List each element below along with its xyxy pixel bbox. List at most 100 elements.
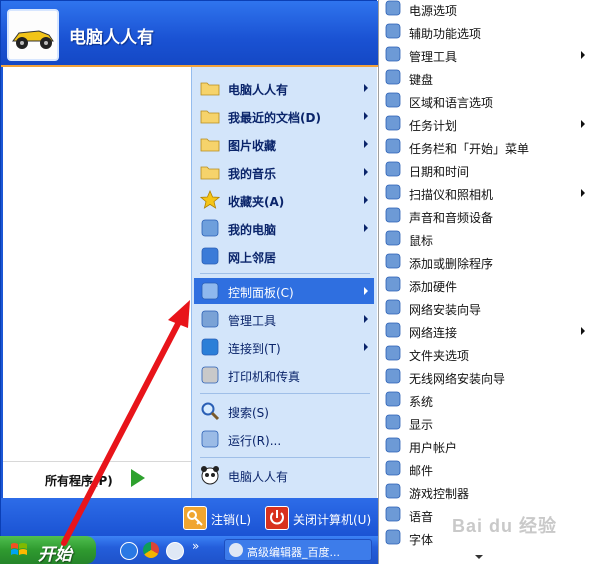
- places-item[interactable]: 运行(R)...: [194, 426, 374, 452]
- windows-logo-icon: [11, 543, 27, 555]
- places-item-label: 控制面板(C): [228, 286, 294, 300]
- run-icon: [200, 429, 220, 449]
- taskbar-window-button[interactable]: 高级编辑器_百度...: [224, 539, 372, 561]
- user-avatar[interactable]: [7, 9, 59, 61]
- start-button[interactable]: 开始: [0, 536, 96, 565]
- taskbar-icon: [385, 138, 401, 154]
- display-icon: [385, 414, 401, 430]
- control-panel-item[interactable]: 系统: [379, 388, 590, 411]
- control-panel-item-label: 日期和时间: [409, 165, 470, 179]
- admin-tools-icon: [385, 46, 401, 62]
- places-item[interactable]: 网上邻居: [194, 243, 374, 269]
- places-item[interactable]: 我最近的文档(D): [194, 103, 374, 129]
- control-panel-item-label: 用户帐户: [409, 441, 458, 455]
- taskbar-window-label: 高级编辑器_百度...: [247, 546, 340, 559]
- submenu-arrow-icon: [581, 327, 585, 335]
- user-accounts-icon: [385, 437, 401, 453]
- game-controller-icon: [385, 483, 401, 499]
- control-panel-item[interactable]: 任务计划: [379, 112, 590, 135]
- control-panel-item-label: 任务计划: [409, 119, 458, 133]
- control-panel-item-label: 网络连接: [409, 326, 458, 340]
- places-item-label: 打印机和传真: [228, 370, 301, 384]
- control-panel-item[interactable]: 游戏控制器: [379, 480, 590, 503]
- network-connections-icon: [385, 322, 401, 338]
- places-item[interactable]: 我的电脑: [194, 215, 374, 241]
- control-panel-item-label: 文件夹选项: [409, 349, 470, 363]
- control-panel-item[interactable]: 辅助功能选项: [379, 20, 590, 43]
- places-item[interactable]: 电脑人人有: [194, 462, 374, 488]
- submenu-arrow-icon: [364, 224, 368, 232]
- places-item-label: 电脑人人有: [228, 470, 289, 484]
- control-panel-item[interactable]: 电源选项: [379, 0, 590, 20]
- places-item[interactable]: 电脑人人有: [194, 75, 374, 101]
- control-panel-item[interactable]: 显示: [379, 411, 590, 434]
- places-item[interactable]: 打印机和传真: [194, 362, 374, 388]
- control-panel-item[interactable]: 邮件: [379, 457, 590, 480]
- places-item[interactable]: 控制面板(C): [194, 278, 374, 304]
- connect-to-icon: [200, 337, 220, 357]
- control-panel-item[interactable]: 键盘: [379, 66, 590, 89]
- control-panel-item-label: 鼠标: [409, 234, 434, 248]
- all-programs-button[interactable]: 所有程序(P): [3, 461, 191, 498]
- control-panel-item[interactable]: 文件夹选项: [379, 342, 590, 365]
- quicklaunch-overflow[interactable]: »: [192, 539, 199, 553]
- places-item-label: 连接到(T): [228, 342, 281, 356]
- places-item-label: 我最近的文档(D): [228, 111, 321, 125]
- sogou-icon[interactable]: [166, 542, 184, 560]
- control-panel-item[interactable]: 区域和语言选项: [379, 89, 590, 112]
- admin-tools-icon: [200, 309, 220, 329]
- control-panel-item[interactable]: 鼠标: [379, 227, 590, 250]
- all-programs-label: 所有程序(P): [45, 474, 113, 488]
- control-panel-item-label: 添加硬件: [409, 280, 458, 294]
- shutdown-label: 关闭计算机(U): [293, 513, 372, 527]
- control-panel-icon: [200, 281, 220, 301]
- chrome-icon[interactable]: [143, 542, 159, 558]
- control-panel-item[interactable]: 扫描仪和照相机: [379, 181, 590, 204]
- control-panel-item-label: 任务栏和「开始」菜单: [409, 142, 530, 156]
- control-panel-item[interactable]: 网络安装向导: [379, 296, 590, 319]
- control-panel-item-label: 系统: [409, 395, 434, 409]
- places-item[interactable]: 我的音乐: [194, 159, 374, 185]
- places-item[interactable]: 连接到(T): [194, 334, 374, 360]
- start-label: 开始: [38, 545, 72, 565]
- control-panel-item[interactable]: 添加硬件: [379, 273, 590, 296]
- wireless-icon: [385, 368, 401, 384]
- control-panel-item-label: 显示: [409, 418, 434, 432]
- control-panel-item-label: 邮件: [409, 464, 434, 478]
- control-panel-item[interactable]: 管理工具: [379, 43, 590, 66]
- recent-documents-icon: [200, 106, 220, 126]
- app-icon: [229, 543, 243, 557]
- control-panel-item[interactable]: 任务栏和「开始」菜单: [379, 135, 590, 158]
- control-panel-item-label: 字体: [409, 533, 434, 547]
- places-item-label: 运行(R)...: [228, 434, 282, 448]
- control-panel-item[interactable]: 日期和时间: [379, 158, 590, 181]
- separator: [200, 393, 370, 394]
- add-hardware-icon: [385, 276, 401, 292]
- scroll-down-icon[interactable]: [475, 555, 483, 559]
- logoff-button[interactable]: 注销(L): [183, 506, 259, 530]
- race-car-icon: [9, 11, 57, 59]
- shutdown-button[interactable]: 关闭计算机(U): [265, 506, 375, 530]
- places-item-label: 网上邻居: [228, 251, 277, 265]
- places-item[interactable]: 搜索(S): [194, 398, 374, 424]
- control-panel-item[interactable]: 用户帐户: [379, 434, 590, 457]
- network-setup-icon: [385, 299, 401, 315]
- ie-icon[interactable]: [120, 542, 138, 560]
- places-item[interactable]: 管理工具: [194, 306, 374, 332]
- places-item-label: 收藏夹(A): [228, 195, 285, 209]
- control-panel-item[interactable]: 声音和音频设备: [379, 204, 590, 227]
- accessibility-icon: [385, 23, 401, 39]
- system-icon: [385, 391, 401, 407]
- control-panel-item-label: 网络安装向导: [409, 303, 482, 317]
- mouse-icon: [385, 230, 401, 246]
- user-name: 电脑人人有: [69, 28, 154, 48]
- places-pane: 电脑人人有 我最近的文档(D) 图片收藏 我的音乐 收藏夹(A) 我的电脑 网上邻居 控制面板…: [191, 67, 377, 498]
- places-item[interactable]: 收藏夹(A): [194, 187, 374, 213]
- control-panel-item[interactable]: 添加或删除程序: [379, 250, 590, 273]
- control-panel-item[interactable]: 网络连接: [379, 319, 590, 342]
- control-panel-item[interactable]: 无线网络安装向导: [379, 365, 590, 388]
- places-item-label: 管理工具: [228, 314, 277, 328]
- control-panel-item-label: 游戏控制器: [409, 487, 470, 501]
- speaker-icon: [385, 207, 401, 223]
- places-item[interactable]: 图片收藏: [194, 131, 374, 157]
